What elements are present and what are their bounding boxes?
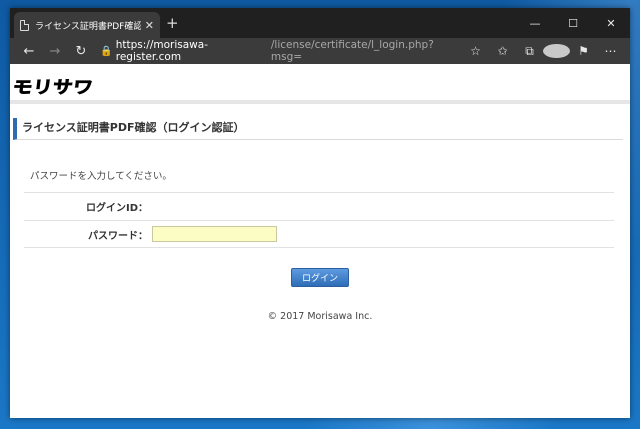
tab-title: ライセンス証明書PDF確認（ログイン (35, 21, 141, 32)
more-menu-icon[interactable]: ⋯ (597, 44, 624, 59)
feedback-icon[interactable]: ⚑ (570, 44, 597, 59)
password-label: パスワード： (88, 230, 148, 242)
page-title: ライセンス証明書PDF確認（ログイン認証） (13, 118, 623, 140)
page-icon (20, 19, 29, 31)
password-row: パスワード： (24, 220, 614, 248)
login-id-label: ログインID： (85, 203, 148, 214)
instructions-text: パスワードを入力してください。 (30, 171, 172, 182)
site-header: モリサワ (10, 64, 630, 104)
collections-icon[interactable]: ⧉ (516, 44, 543, 59)
favorites-list-icon[interactable]: ✩ (489, 44, 516, 59)
favorite-star-icon[interactable]: ☆ (462, 44, 489, 59)
lock-icon: 🔒 (100, 45, 113, 57)
login-form: ログインID： パスワード： (24, 192, 614, 248)
maximize-button[interactable]: ☐ (554, 8, 592, 38)
login-button[interactable]: ログイン (291, 268, 349, 287)
window-controls: — ☐ ✕ (516, 8, 630, 38)
close-tab-icon[interactable]: ✕ (145, 19, 154, 32)
login-button-container: ログイン (10, 266, 630, 287)
address-bar[interactable]: 🔒 https://morisawa-register.com/license/… (100, 39, 462, 63)
tab-bar: ライセンス証明書PDF確認（ログイン ✕ + — ☐ ✕ (10, 8, 630, 38)
toolbar-icons: ☆ ✩ ⧉ ⚑ ⋯ (462, 44, 624, 59)
browser-window: ライセンス証明書PDF確認（ログイン ✕ + — ☐ ✕ ← → ↻ 🔒 htt… (10, 8, 630, 418)
login-id-row: ログインID： (24, 192, 614, 220)
minimize-button[interactable]: — (516, 8, 554, 38)
refresh-icon[interactable]: ↻ (68, 44, 94, 59)
forward-arrow-icon[interactable]: → (42, 44, 68, 59)
active-tab[interactable]: ライセンス証明書PDF確認（ログイン ✕ (14, 12, 160, 38)
morisawa-logo[interactable]: モリサワ (11, 73, 95, 99)
new-tab-button[interactable]: + (166, 14, 179, 32)
back-arrow-icon[interactable]: ← (16, 44, 42, 59)
password-input[interactable] (152, 226, 277, 242)
browser-toolbar: ← → ↻ 🔒 https://morisawa-register.com/li… (10, 38, 630, 64)
profile-avatar-icon[interactable] (543, 44, 570, 59)
url-host: https://morisawa-register.com (115, 39, 208, 63)
copyright-footer: © 2017 Morisawa Inc. (267, 311, 373, 322)
url-path: /license/certificate/l_login.php?msg= (270, 39, 434, 63)
close-window-button[interactable]: ✕ (592, 8, 630, 38)
page-content: モリサワ ライセンス証明書PDF確認（ログイン認証） パスワードを入力してくださ… (10, 64, 630, 418)
